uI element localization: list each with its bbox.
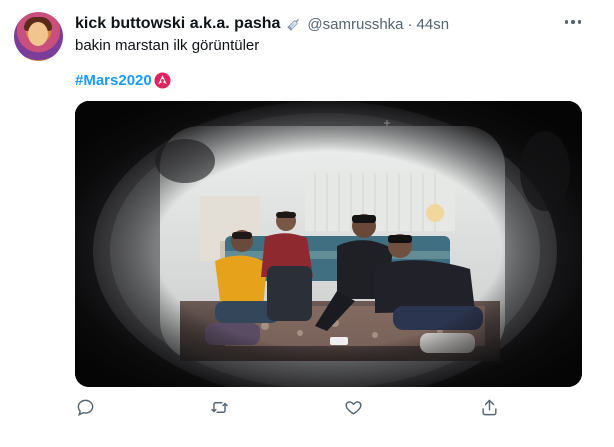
tweet[interactable]: kick buttowski a.k.a. pasha @samrusshka … (0, 0, 614, 447)
hashtag-row: #Mars2020 (75, 72, 171, 89)
retweet-icon[interactable] (208, 396, 230, 418)
syringe-icon (287, 18, 300, 31)
handle[interactable]: @samrusshka (307, 16, 403, 33)
mars-rover-badge-icon (154, 72, 171, 89)
more-options-icon[interactable] (562, 12, 584, 32)
display-name[interactable]: kick buttowski a.k.a. pasha (75, 15, 280, 33)
reply-icon[interactable] (74, 396, 96, 418)
share-icon[interactable] (478, 396, 500, 418)
tweet-header: kick buttowski a.k.a. pasha @samrusshka … (75, 13, 449, 35)
avatar[interactable] (14, 12, 63, 61)
tweet-text: bakin marstan ilk görüntüler (75, 37, 260, 54)
tweet-media-video[interactable] (75, 101, 582, 387)
like-icon[interactable] (342, 396, 364, 418)
video-still-image (75, 101, 582, 387)
hashtag-link[interactable]: #Mars2020 (75, 72, 152, 89)
separator: · (407, 15, 413, 33)
tweet-actions (74, 396, 504, 420)
timestamp[interactable]: 44sn (417, 16, 450, 33)
avatar-face (28, 22, 48, 46)
